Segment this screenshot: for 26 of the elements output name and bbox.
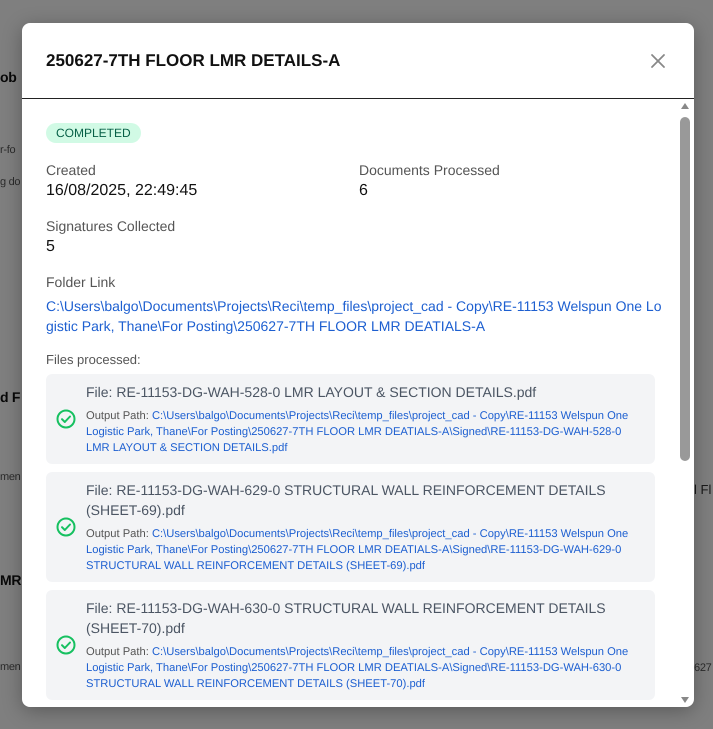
- background-text: men: [0, 470, 22, 485]
- background-text: l Fl: [694, 481, 712, 499]
- background-text: men: [0, 660, 22, 675]
- dialog-title: 250627-7TH FLOOR LMR DETAILS-A: [46, 50, 340, 70]
- output-path: Output Path: C:\Users\balgo\Documents\Projects\Reci\temp_files\project_cad - Copy\RE-11153 Welspun One Logistic Park, Thane\For Posting\250627-7TH FLOOR LMR DEATIALS-A\Signed\RE-11153-DG-WAH-528-0 LMR LAYOUT & SECTION DETAILS.pdf: [86, 409, 630, 456]
- output-path: Output Path: C:\Users\balgo\Documents\Projects\Reci\temp_files\project_cad - Copy\RE-11153 Welspun One Logistic Park, Thane\For Posting\250627-7TH FLOOR LMR DEATIALS-A\Signed\RE-11153-DG-WAH-629-0 STRUCTURAL WALL REINFORCEMENT DETAILS (SHEET-69).pdf: [86, 527, 630, 574]
- background-text: MR: [0, 571, 22, 590]
- field-value: 16/08/2025, 22:49:45: [46, 181, 198, 201]
- status-badge: COMPLETED: [46, 123, 141, 143]
- background-text: d F: [0, 388, 22, 407]
- output-path: Output Path: C:\Users\balgo\Documents\Projects\Reci\temp_files\project_cad - Copy\RE-11153 Welspun One Logistic Park, Thane\For Posting\250627-7TH FLOOR LMR DEATIALS-A\Signed\RE-11153-DG-WAH-630-0 STRUCTURAL WALL REINFORCEMENT DETAILS (SHEET-70).pdf: [86, 645, 630, 692]
- section-heading: Files processed:: [46, 352, 142, 368]
- field-label: Created: [46, 161, 97, 179]
- field-value: 6: [359, 181, 369, 201]
- background-text: ob: [0, 68, 18, 87]
- background-text: 627: [694, 661, 712, 676]
- field-label: Documents Processed: [359, 161, 501, 179]
- folder-link[interactable]: C:\Users\balgo\Documents\Projects\Reci\temp_files\project_cad - Copy\RE-11153 Welspun One Logistic Park, Thane\For Posting\250627-7TH FLOOR LMR DEATIALS-A: [46, 296, 664, 336]
- background-text: g do: [0, 175, 22, 190]
- field-label: Signatures Collected: [46, 217, 176, 235]
- field-value: 5: [46, 237, 56, 257]
- file-name: File: RE-11153-DG-WAH-528-0 LMR LAYOUT & SECTION DETAILS.pdf: [86, 383, 538, 402]
- file-name: File: RE-11153-DG-WAH-630-0 STRUCTURAL WALL REINFORCEMENT DETAILS (SHEET-70).pdf: [86, 599, 607, 638]
- field-label: Folder Link: [46, 273, 116, 291]
- background-text: r-fo: [0, 143, 16, 158]
- file-name: File: RE-11153-DG-WAH-629-0 STRUCTURAL WALL REINFORCEMENT DETAILS (SHEET-69).pdf: [86, 481, 607, 520]
